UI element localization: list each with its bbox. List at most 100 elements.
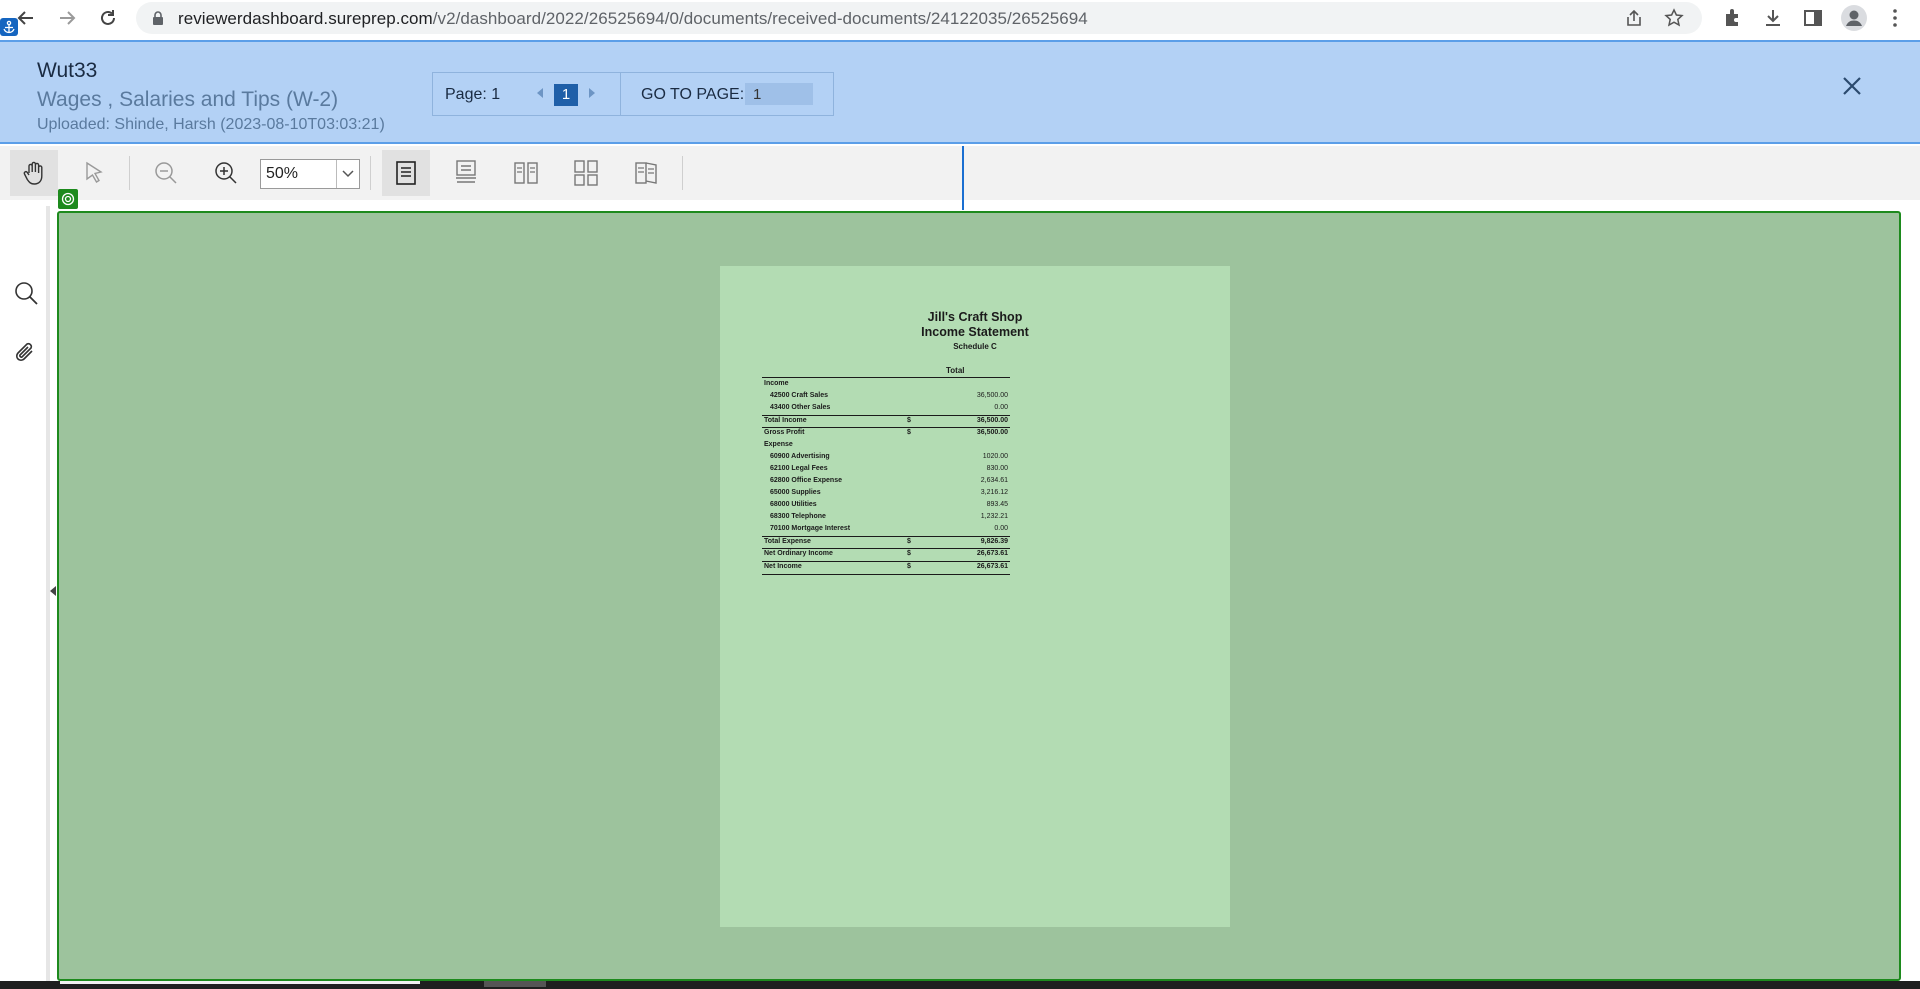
row-label: 65000 Supplies bbox=[770, 488, 821, 496]
row-label: 60900 Advertising bbox=[770, 452, 830, 460]
download-icon[interactable] bbox=[1762, 7, 1784, 29]
toolbar-separator bbox=[129, 156, 130, 190]
statement-row: 68000 Utilities 893.45 bbox=[762, 500, 1010, 512]
row-label: 68000 Utilities bbox=[770, 501, 817, 508]
prev-page-icon[interactable] bbox=[533, 85, 547, 101]
row-label: Net Income bbox=[764, 562, 802, 570]
statement-row: Total Income $36,500.00 bbox=[762, 415, 1010, 428]
taskbar-active-app[interactable] bbox=[60, 981, 420, 984]
zoom-in-icon bbox=[215, 162, 237, 184]
zoom-in-button[interactable] bbox=[202, 150, 250, 196]
profile-avatar[interactable] bbox=[1841, 5, 1867, 31]
collapse-sidebar-icon[interactable] bbox=[50, 586, 56, 596]
next-page-icon[interactable] bbox=[585, 85, 599, 101]
row-amount: 36,500.00 bbox=[976, 392, 1008, 400]
statement-row: Income bbox=[762, 379, 1010, 391]
row-amount: 26,673.61 bbox=[976, 550, 1008, 558]
row-amount: 26,673.61 bbox=[976, 562, 1008, 570]
row-amount: 1020.00 bbox=[982, 452, 1008, 460]
statement-row: 43400 Other Sales 0.00 bbox=[762, 403, 1010, 415]
page-number-button[interactable]: 1 bbox=[554, 84, 578, 106]
bookmark-star-icon[interactable] bbox=[1664, 8, 1684, 28]
row-label: 42500 Craft Sales bbox=[770, 392, 828, 400]
continuous-view-button[interactable] bbox=[442, 150, 490, 196]
statement-subtitle: Schedule C bbox=[953, 342, 997, 351]
row-label: 68300 Telephone bbox=[770, 513, 826, 521]
url-host: reviewerdashboard.sureprep.com bbox=[178, 9, 433, 28]
toolbar-separator bbox=[370, 156, 371, 190]
row-label: 62100 Legal Fees bbox=[770, 464, 828, 472]
statement-row: 68300 Telephone 1,232.21 bbox=[762, 512, 1010, 524]
goto-page-input[interactable] bbox=[745, 83, 813, 105]
share-icon[interactable] bbox=[1624, 8, 1644, 28]
url-path: /v2/dashboard/2022/26525694/0/documents/… bbox=[432, 9, 1088, 28]
row-amount: 36,500.00 bbox=[976, 417, 1008, 425]
side-panel-icon[interactable] bbox=[1802, 7, 1824, 29]
left-sidebar bbox=[0, 206, 50, 983]
attachment-icon[interactable] bbox=[13, 340, 39, 366]
page-navigator: Page: 1 1 GO TO PAGE: bbox=[432, 72, 834, 116]
row-label: Income bbox=[764, 380, 789, 387]
reload-button[interactable] bbox=[94, 4, 122, 32]
goto-page-label: GO TO PAGE: bbox=[641, 86, 745, 103]
zoom-out-icon bbox=[155, 162, 177, 184]
statement-row: Gross Profit $36,500.00 bbox=[762, 427, 1010, 440]
anchor-icon[interactable] bbox=[0, 18, 18, 36]
cover-view-button[interactable] bbox=[622, 150, 670, 196]
address-bar[interactable]: reviewerdashboard.sureprep.com/v2/dashbo… bbox=[136, 2, 1702, 34]
kebab-menu-icon[interactable] bbox=[1884, 7, 1906, 29]
single-page-view-button[interactable] bbox=[382, 150, 430, 196]
search-icon[interactable] bbox=[13, 280, 39, 306]
extensions-puzzle-icon[interactable] bbox=[1722, 7, 1744, 29]
row-amount: 3,216.12 bbox=[980, 488, 1008, 496]
statement-row: 60900 Advertising 1020.00 bbox=[762, 452, 1010, 464]
upload-info: Uploaded: Shinde, Harsh (2023-08-10T03:0… bbox=[37, 116, 385, 133]
row-label: Total Income bbox=[764, 417, 807, 425]
row-amount: 36,500.00 bbox=[976, 429, 1008, 437]
forward-button[interactable] bbox=[53, 4, 81, 32]
back-arrow-icon bbox=[17, 11, 33, 25]
statement-row: Total Expense $9,826.39 bbox=[762, 536, 1010, 549]
row-amount: 1,232.21 bbox=[980, 513, 1008, 521]
statement-row: 42500 Craft Sales 36,500.00 bbox=[762, 391, 1010, 403]
book-pages-icon bbox=[635, 162, 657, 184]
target-icon[interactable] bbox=[58, 189, 78, 209]
statement-row: Expense bbox=[762, 440, 1010, 452]
page-label: Page: 1 bbox=[445, 86, 501, 103]
statement-row: 65000 Supplies 3,216.12 bbox=[762, 488, 1010, 500]
row-label: Total Expense bbox=[764, 538, 811, 546]
viewer-toolbar: 50% bbox=[0, 146, 1920, 200]
continuous-pages-icon bbox=[456, 160, 476, 183]
zoom-select[interactable]: 50% bbox=[260, 159, 360, 189]
row-label: Expense bbox=[764, 440, 793, 448]
splitter-line bbox=[962, 146, 964, 210]
column-header: Total bbox=[946, 366, 965, 375]
pointer-icon bbox=[86, 161, 103, 183]
client-name: Wut33 bbox=[37, 59, 98, 82]
two-page-continuous-button[interactable] bbox=[562, 150, 610, 196]
row-amount: 830.00 bbox=[986, 464, 1008, 472]
hand-icon bbox=[23, 161, 43, 185]
single-page-icon bbox=[396, 161, 416, 185]
grid-pages-icon bbox=[574, 160, 598, 186]
statement-row: 62100 Legal Fees 830.00 bbox=[762, 464, 1010, 476]
zoom-out-button[interactable] bbox=[142, 150, 190, 196]
two-page-view-button[interactable] bbox=[502, 150, 550, 196]
forward-arrow-icon bbox=[60, 11, 76, 25]
row-currency: $ bbox=[907, 429, 911, 437]
pan-tool-button[interactable] bbox=[10, 150, 58, 196]
row-label: 62800 Office Expense bbox=[770, 476, 842, 484]
company-name: Jill's Craft Shop bbox=[927, 310, 1023, 324]
person-icon bbox=[1846, 10, 1862, 26]
row-amount: 0.00 bbox=[994, 525, 1008, 533]
close-icon[interactable] bbox=[1840, 74, 1864, 98]
pager-divider bbox=[620, 73, 621, 115]
row-amount: 2,634.61 bbox=[980, 476, 1008, 484]
row-currency: $ bbox=[907, 562, 911, 570]
statement-title: Income Statement bbox=[921, 325, 1029, 339]
chevron-down-icon[interactable] bbox=[336, 160, 359, 188]
toolbar-separator bbox=[682, 156, 683, 190]
taskbar-app[interactable] bbox=[484, 981, 546, 987]
row-currency: $ bbox=[907, 417, 911, 425]
header-rule bbox=[762, 377, 1010, 378]
